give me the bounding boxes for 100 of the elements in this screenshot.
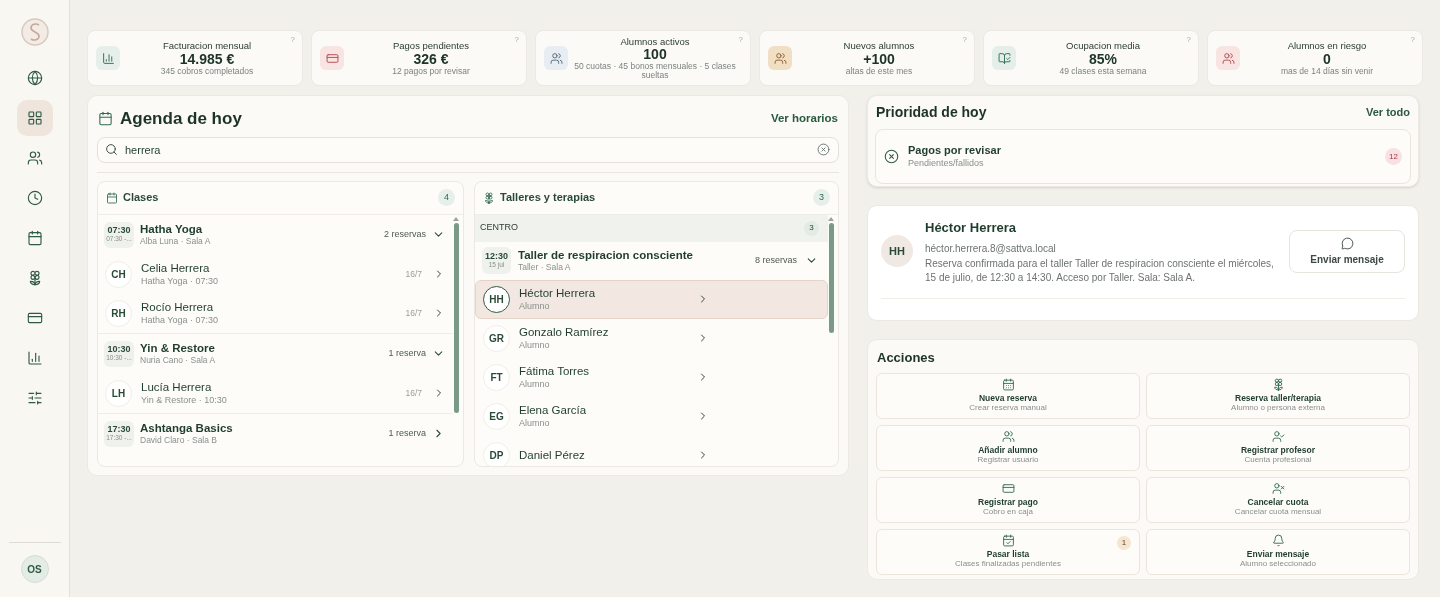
student-name: Lucía Herrera xyxy=(141,380,213,395)
card-icon xyxy=(1001,481,1015,495)
student-meta: Hatha Yoga · 07:30 xyxy=(141,314,220,326)
sliders-icon xyxy=(26,390,43,406)
student-name: Elena García xyxy=(519,403,588,418)
send-message-button[interactable]: Enviar mensaje xyxy=(1289,230,1405,273)
attendee-row[interactable]: EG Elena García Alumno xyxy=(475,396,828,436)
workshop-meta: Taller · Sala A xyxy=(518,262,572,273)
initials-avatar: FT xyxy=(483,363,510,391)
flower-icon xyxy=(483,191,495,204)
grid-icon xyxy=(26,110,43,126)
reservation-count: 8 reservas xyxy=(754,253,797,267)
schedule-link[interactable]: Ver horarios xyxy=(770,110,838,128)
calendar-check-icon xyxy=(1001,533,1015,547)
card-icon xyxy=(325,51,339,65)
action-button[interactable]: Registrar pago Cobro en caja xyxy=(876,476,1140,523)
panel-title: Acciones xyxy=(876,349,936,367)
book-icon xyxy=(997,51,1011,65)
stat-value: 14.985 € xyxy=(179,51,235,67)
booking-row[interactable]: RH Rocío Herrera Hatha Yoga · 07:30 16/7 xyxy=(98,293,453,333)
class-name: Hatha Yoga xyxy=(140,222,204,237)
student-name: Fátima Torres xyxy=(519,364,591,379)
attendee-row[interactable]: GR Gonzalo Ramírez Alumno xyxy=(475,318,828,358)
priority-item[interactable]: Pagos por revisar Pendientes/fallidos 12 xyxy=(875,129,1411,184)
stat-subtitle: 12 pagos por revisar xyxy=(392,66,470,76)
clear-icon xyxy=(817,142,830,156)
booking-message: Reserva confirmada para el taller Taller de respiracion consciente el miércoles, 15 de julio, de 12:30 a 14:30. Acceso por Taller. Sala: Sala A. xyxy=(925,256,1275,285)
action-button[interactable]: Nueva reserva Crear reserva manual xyxy=(876,372,1140,419)
class-name: Yin & Restore xyxy=(140,341,216,356)
workshop-name: Taller de respiracion consciente xyxy=(518,248,694,263)
priority-title: Pagos por revisar xyxy=(908,144,1002,158)
student-meta: Hatha Yoga · 07:30 xyxy=(141,275,220,287)
users-icon xyxy=(549,51,563,65)
attendee-row[interactable]: FT Fátima Torres Alumno xyxy=(475,357,828,397)
stat-subtitle: altas de este mes xyxy=(845,66,913,76)
student-name: Celia Herrera xyxy=(141,261,211,276)
calendar-icon xyxy=(106,191,118,204)
student-role: Alumno xyxy=(519,378,551,390)
booking-row[interactable]: LH Lucía Herrera Yin & Restore · 10:30 16/7 xyxy=(98,373,453,413)
stat-value: 0 xyxy=(1323,51,1331,67)
student-name: Héctor Herrera xyxy=(519,286,597,301)
booking-row[interactable]: CH Celia Herrera Hatha Yoga · 07:30 16/7 xyxy=(98,254,453,294)
initials-avatar: LH xyxy=(105,379,132,407)
user-x-icon xyxy=(1271,481,1285,495)
flower-icon xyxy=(1271,377,1285,391)
stat-label: Nuevos alumnos xyxy=(843,40,915,52)
reservation-count: 1 reserva xyxy=(388,346,426,360)
priority-subtitle: Pendientes/fallidos xyxy=(908,157,985,169)
card-title: Talleres y terapias xyxy=(500,190,596,206)
student-name: Daniel Pérez xyxy=(519,447,586,463)
action-button[interactable]: Añadir alumno Registrar usuario xyxy=(876,424,1140,471)
student-name: Rocío Herrera xyxy=(141,300,215,315)
stat-label: Alumnos en riesgo xyxy=(1287,40,1367,52)
attendee-row[interactable]: HH Héctor Herrera Alumno xyxy=(475,279,828,319)
error-icon xyxy=(884,149,899,164)
grid-nav-button[interactable] xyxy=(16,100,53,136)
bar-chart-icon xyxy=(101,51,115,65)
logo-icon xyxy=(19,16,50,48)
count-badge: 3 xyxy=(804,220,819,236)
class-name: Ashtanga Basics xyxy=(140,421,234,436)
stat-subtitle: 50 cuotas · 45 bonos mensuales · 5 clases sueltas xyxy=(573,62,737,81)
booking-date: 16/7 xyxy=(405,386,422,400)
stat-value: 100 xyxy=(643,47,667,63)
action-button[interactable]: Registrar profesor Cuenta profesional xyxy=(1146,424,1410,471)
student-name: Gonzalo Ramírez xyxy=(519,325,610,340)
attendee-row[interactable]: DP Daniel Pérez xyxy=(475,435,828,466)
contact-name: Héctor Herrera xyxy=(925,219,1018,237)
section-label: CENTRO xyxy=(480,221,518,235)
stat-value: 326 € xyxy=(413,51,449,67)
initials-avatar: GR xyxy=(483,324,510,352)
panel-title: Agenda de hoy xyxy=(120,108,242,130)
card-title: Clases xyxy=(123,190,159,206)
search-field[interactable]: herrera xyxy=(97,136,839,163)
search-icon xyxy=(105,142,118,156)
stat-label: Pagos pendientes xyxy=(392,40,470,52)
initials-avatar: HH xyxy=(881,235,913,267)
action-button[interactable]: Pasar lista Clases finalizadas pendientes 1 xyxy=(876,528,1140,575)
student-role: Alumno xyxy=(519,300,551,312)
initials-avatar: HH xyxy=(483,285,510,313)
action-button[interactable]: Enviar mensaje Alumno seleccionado xyxy=(1146,528,1410,575)
users-icon xyxy=(26,150,43,166)
initials-avatar: CH xyxy=(105,260,132,288)
initials-avatar: DP xyxy=(483,441,510,466)
clock-icon xyxy=(26,190,43,206)
stat-value: 85% xyxy=(1089,51,1117,67)
reservation-count: 2 reservas xyxy=(383,227,426,241)
panel-title: Prioridad de hoy xyxy=(876,103,987,122)
calendar-icon xyxy=(1001,377,1015,391)
initials-avatar: RH xyxy=(105,299,132,327)
card-icon xyxy=(26,310,43,326)
booking-date: 16/7 xyxy=(405,267,422,281)
action-button[interactable]: Reserva taller/terapia Alumno o persona externa xyxy=(1146,372,1410,419)
count-badge: 3 xyxy=(813,189,830,206)
users-icon xyxy=(1001,429,1015,443)
calendar-icon xyxy=(98,111,113,127)
user-avatar[interactable]: OS xyxy=(20,555,49,583)
stat-subtitle: mas de 14 días sin venir xyxy=(1280,66,1374,76)
student-role: Alumno xyxy=(519,339,551,351)
action-button[interactable]: Cancelar cuota Cancelar cuota mensual xyxy=(1146,476,1410,523)
view-all-link[interactable]: Ver todo xyxy=(1366,104,1410,121)
